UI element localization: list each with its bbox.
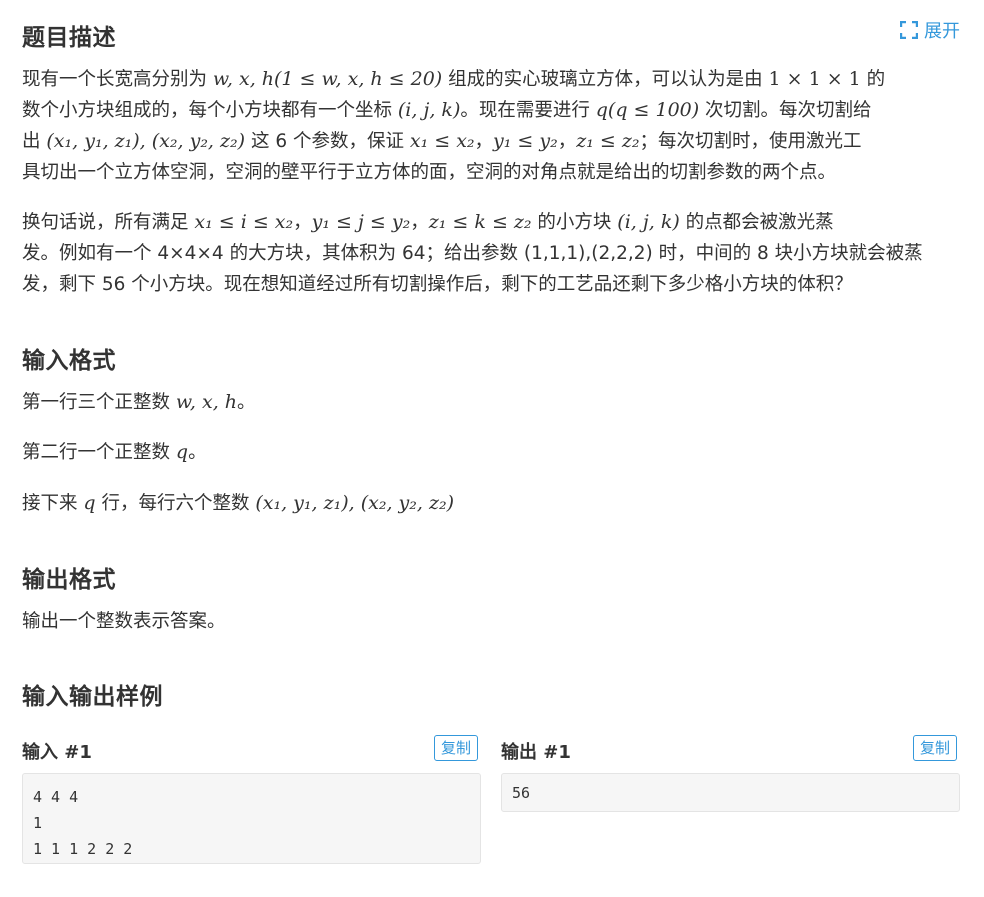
math-k-range: z₁ ≤ k ≤ z₂ (428, 211, 532, 233)
math-ijk: (i, j, k) (617, 211, 680, 233)
text: ， (410, 212, 429, 233)
copy-input-button[interactable]: 复制 (434, 735, 479, 761)
expand-button[interactable]: 展开 (900, 17, 960, 43)
math-y-constraint: y₁ ≤ y₂ (493, 130, 558, 152)
text: 组成的实心玻璃立方体，可以认为是由 (442, 69, 769, 90)
expand-icon (900, 21, 918, 39)
text-line: 现有一个长宽高分别为 w, x, h(1 ≤ w, x, h ≤ 20) 组成的… (22, 64, 960, 95)
math-q: q(q ≤ 100) (595, 99, 700, 121)
math-params: (x₁, y₁, z₁), (x₂, y₂, z₂) (255, 492, 454, 514)
text-line: 具切出一个立方体空洞，空洞的壁平行于立方体的面，空洞的对角点就是给出的切割参数的… (22, 162, 837, 183)
text: 换句话说，所有满足 (22, 212, 195, 233)
text-line: 发。例如有一个 4×4×4 的大方块，其体积为 64；给出参数 (1,1,1),… (22, 243, 923, 264)
text: 第一行三个正整数 (22, 392, 176, 413)
text: 的小方块 (531, 212, 618, 233)
sample-output-box[interactable]: 56 (501, 773, 960, 812)
text-line: 发，剩下 56 个小方块。现在想知道经过所有切割操作后，剩下的工艺品还剩下多少格… (22, 274, 853, 295)
text: ， (474, 131, 494, 152)
text-line: 数个小方块组成的，每个小方块都有一个坐标 (i, j, k)。现在需要进行 q(… (22, 95, 960, 126)
text: 现有一个长宽高分别为 (22, 69, 213, 90)
heading-description: 题目描述 (22, 25, 116, 51)
math-whx: w, x, h (175, 391, 238, 413)
sample-input-label: 输入 #1 (22, 742, 92, 763)
heading-input-format: 输入格式 (22, 348, 116, 374)
input-format-line-1: 第一行三个正整数 w, x, h。 (22, 387, 960, 418)
math-j-range: y₁ ≤ j ≤ y₂ (311, 211, 411, 233)
copy-output-button[interactable]: 复制 (913, 735, 958, 761)
text-line: 换句话说，所有满足 x₁ ≤ i ≤ x₂，y₁ ≤ j ≤ y₂，z₁ ≤ k… (22, 207, 960, 238)
output-format-text: 输出一个整数表示答案。 (22, 611, 226, 632)
text: 。 (237, 392, 256, 413)
text: ， (293, 212, 312, 233)
math-q: q (175, 441, 189, 463)
text: 数个小方块组成的，每个小方块都有一个坐标 (22, 100, 398, 121)
description-paragraph-1: 现有一个长宽高分别为 w, x, h(1 ≤ w, x, h ≤ 20) 组成的… (22, 64, 960, 188)
description-paragraph-2: 换句话说，所有满足 x₁ ≤ i ≤ x₂，y₁ ≤ j ≤ y₂，z₁ ≤ k… (22, 207, 960, 300)
math-params: (x₁, y₁, z₁), (x₂, y₂, z₂) (46, 130, 246, 152)
heading-samples: 输入输出样例 (22, 684, 163, 710)
sample-output-label: 输出 #1 (501, 742, 571, 763)
heading-output-format: 输出格式 (22, 567, 116, 593)
math-x-constraint: x₁ ≤ x₂ (409, 130, 475, 152)
text: 的点都会被激光蒸 (679, 212, 834, 233)
sample-input-box[interactable]: 4 4 4 1 1 1 1 2 2 2 (22, 773, 481, 864)
text: 次切割。每次切割给 (699, 100, 872, 121)
math-dimensions: w, x, h(1 ≤ w, x, h ≤ 20) (212, 68, 443, 90)
text: 第二行一个正整数 (22, 442, 176, 463)
text: 出 (22, 131, 47, 152)
text: ；每次切割时，使用激光工 (639, 131, 862, 152)
text: 。 (188, 442, 207, 463)
math-coordinate: (i, j, k) (397, 99, 461, 121)
text: 的 (860, 69, 886, 90)
math-i-range: x₁ ≤ i ≤ x₂ (194, 211, 294, 233)
text: 。现在需要进行 (460, 100, 596, 121)
expand-label: 展开 (924, 21, 960, 42)
text: 接下来 (22, 493, 84, 514)
text-line: 出 (x₁, y₁, z₁), (x₂, y₂, z₂) 这 6 个参数，保证 … (22, 126, 960, 157)
text: 这 6 个参数，保证 (245, 131, 410, 152)
input-format-line-3: 接下来 q 行，每行六个整数 (x₁, y₁, z₁), (x₂, y₂, z₂… (22, 488, 960, 519)
text: 行，每行六个整数 (95, 493, 256, 514)
text: ， (557, 131, 577, 152)
input-format-line-2: 第二行一个正整数 q。 (22, 437, 960, 468)
math-unit-cube: 1 × 1 × 1 (768, 68, 861, 90)
math-z-constraint: z₁ ≤ z₂ (576, 130, 640, 152)
math-q: q (83, 492, 96, 514)
